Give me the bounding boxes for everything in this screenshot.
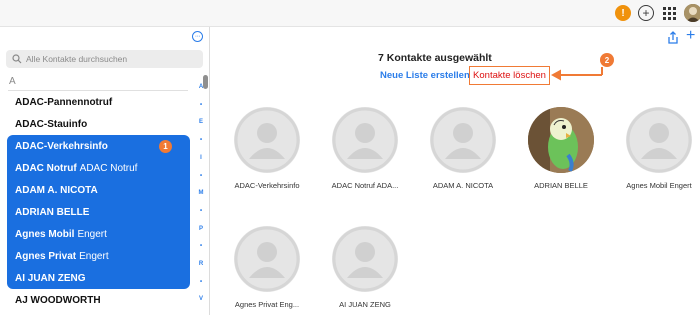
more-options-button[interactable]: ··· bbox=[192, 31, 203, 42]
contact-card[interactable]: Agnes Mobil Engert bbox=[619, 107, 699, 190]
contact-row[interactable]: ADAC-Verkehrsinfo 1 bbox=[7, 135, 190, 157]
search-bar[interactable] bbox=[6, 50, 203, 68]
delete-contacts-button[interactable]: Kontakte löschen bbox=[469, 66, 550, 85]
contact-card-name: AI JUAN ZENG bbox=[339, 300, 391, 309]
contact-placeholder-icon bbox=[332, 226, 398, 292]
step-badge: 1 bbox=[159, 140, 172, 153]
contacts-sidebar: ··· A ADAC-Pannennotruf ADAC-Stauinfo ADAC… bbox=[0, 27, 210, 315]
contact-placeholder-icon bbox=[626, 107, 692, 173]
contact-name: ADAC Notruf bbox=[15, 162, 77, 174]
alphabet-index-item[interactable]: • bbox=[196, 208, 206, 214]
contact-name: ADRIAN BELLE bbox=[15, 206, 90, 218]
contact-card[interactable]: ADAM A. NICOTA bbox=[423, 107, 503, 190]
contact-secondary-name: ADAC Notruf bbox=[79, 162, 138, 174]
section-header: A bbox=[9, 76, 16, 87]
contact-name: ADAC-Stauinfo bbox=[15, 118, 88, 130]
alphabet-index-item[interactable]: I bbox=[196, 155, 206, 161]
contact-card[interactable]: ADRIAN BELLE bbox=[521, 107, 601, 190]
contact-name: ADAM A. NICOTA bbox=[15, 184, 98, 196]
contact-name: ADAC-Verkehrsinfo bbox=[15, 140, 108, 152]
add-contact-icon[interactable]: + bbox=[686, 27, 695, 45]
contact-row[interactable]: AI JUAN ZENG bbox=[7, 267, 190, 289]
contacts-app: ! + ··· Alle Kontakte durchsuchen A ADAC… bbox=[0, 0, 700, 315]
contact-row[interactable]: ADRIAN BELLE bbox=[7, 201, 190, 223]
contact-row[interactable]: ADAC-Pannennotruf bbox=[7, 91, 190, 113]
contact-secondary-name: Engert bbox=[77, 228, 107, 240]
annotation-arrow-icon bbox=[551, 67, 603, 81]
contact-secondary-name: Engert bbox=[79, 250, 109, 262]
alphabet-index-item[interactable]: • bbox=[196, 137, 206, 143]
contact-card-name: Agnes Mobil Engert bbox=[626, 181, 692, 190]
alphabet-index-item[interactable]: • bbox=[196, 173, 206, 179]
contact-row[interactable]: ADAC Notruf ADAC Notruf bbox=[7, 157, 190, 179]
alphabet-index-item[interactable]: • bbox=[196, 102, 206, 108]
alphabet-index-item[interactable]: V bbox=[196, 296, 206, 302]
contact-name: ADAC-Pannennotruf bbox=[15, 96, 113, 108]
contact-row[interactable]: Agnes Mobil Engert bbox=[7, 223, 190, 245]
step-badge: 2 bbox=[600, 53, 614, 67]
contact-card[interactable]: ADAC-Verkehrsinfo bbox=[227, 107, 307, 190]
contact-card[interactable]: ADAC Notruf ADA... bbox=[325, 107, 405, 190]
alphabet-index-item[interactable]: • bbox=[196, 279, 206, 285]
alphabet-index-item[interactable]: • bbox=[196, 243, 206, 249]
contact-name: Agnes Mobil bbox=[15, 228, 75, 240]
contact-row[interactable]: ADAM A. NICOTA bbox=[7, 179, 190, 201]
alphabet-index-item[interactable]: R bbox=[196, 261, 206, 267]
alphabet-index-item[interactable]: P bbox=[196, 226, 206, 232]
contact-row[interactable]: Agnes Privat Engert bbox=[7, 245, 190, 267]
share-icon[interactable] bbox=[666, 31, 680, 45]
contact-placeholder-icon bbox=[234, 226, 300, 292]
alphabet-index-item[interactable]: E bbox=[196, 119, 206, 125]
add-circle-icon[interactable]: + bbox=[638, 5, 654, 21]
contact-name: AI JUAN ZENG bbox=[15, 272, 86, 284]
selection-summary: 7 Kontakte ausgewählt bbox=[378, 52, 492, 64]
alphabet-index-item[interactable]: M bbox=[196, 190, 206, 196]
contact-name: AJ WOODWORTH bbox=[15, 294, 101, 306]
top-toolbar: ! + bbox=[0, 0, 700, 27]
search-input[interactable] bbox=[26, 54, 196, 64]
contact-card[interactable]: AI JUAN ZENG bbox=[325, 226, 405, 309]
contact-card-name: ADAC Notruf ADA... bbox=[331, 181, 399, 190]
contact-card-name: Agnes Privat Eng... bbox=[234, 300, 300, 309]
user-avatar[interactable] bbox=[684, 4, 700, 22]
contact-placeholder-icon bbox=[430, 107, 496, 173]
contact-card[interactable]: Agnes Privat Eng... bbox=[227, 226, 307, 309]
contact-row[interactable]: ADAC-Stauinfo bbox=[7, 113, 190, 135]
contact-placeholder-icon bbox=[234, 107, 300, 173]
contact-photo bbox=[528, 107, 594, 173]
alphabet-index-item[interactable]: A bbox=[196, 84, 206, 90]
apps-grid-icon[interactable] bbox=[661, 5, 677, 21]
search-icon bbox=[12, 54, 22, 64]
new-list-button[interactable]: Neue Liste erstellen bbox=[380, 70, 470, 81]
contact-name: Agnes Privat bbox=[15, 250, 77, 262]
contact-placeholder-icon bbox=[332, 107, 398, 173]
contact-row[interactable]: AJ WOODWORTH bbox=[7, 289, 190, 311]
alert-icon[interactable]: ! bbox=[615, 5, 631, 21]
contact-card-name: ADAC-Verkehrsinfo bbox=[234, 181, 300, 190]
contact-card-name: ADRIAN BELLE bbox=[534, 181, 588, 190]
selection-detail: + 7 Kontakte ausgewählt Neue Liste erste… bbox=[211, 27, 700, 315]
contact-card-name: ADAM A. NICOTA bbox=[432, 181, 494, 190]
